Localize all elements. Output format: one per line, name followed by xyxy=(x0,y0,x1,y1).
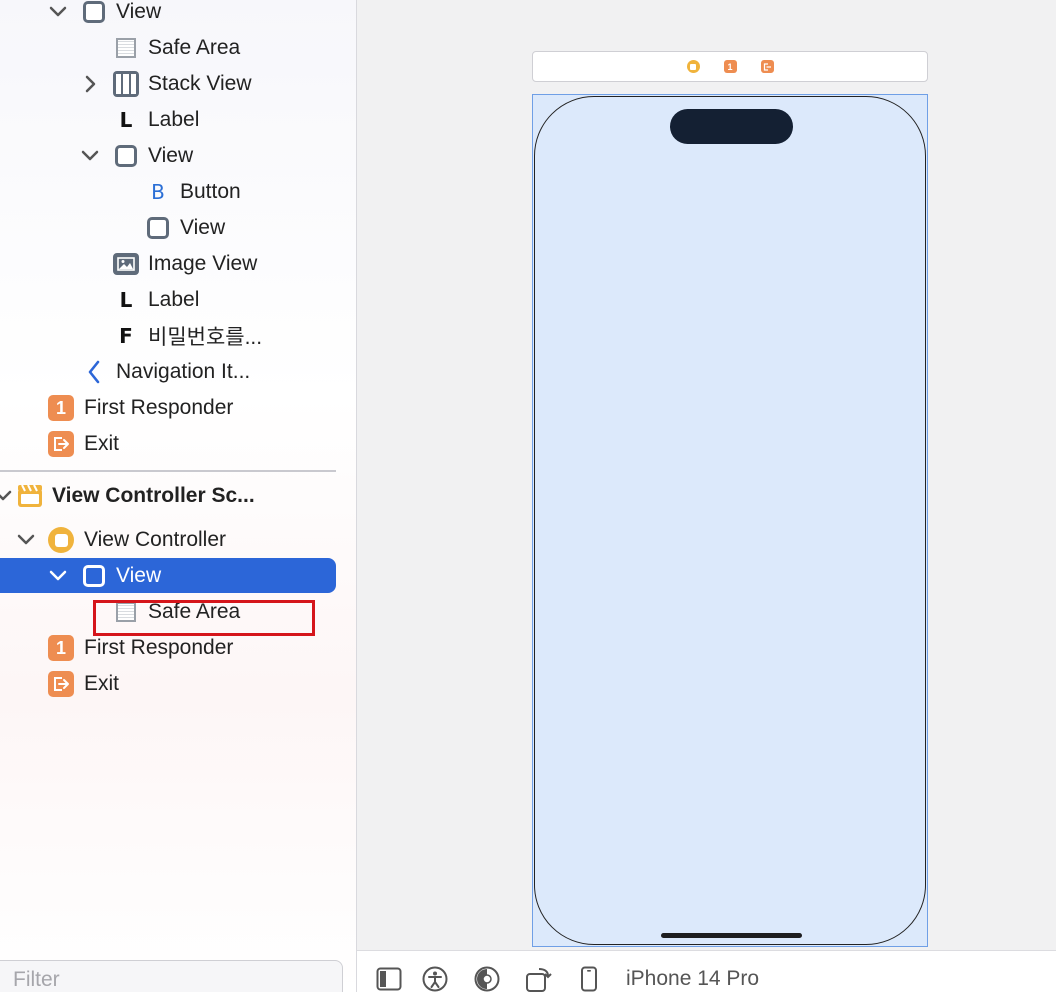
outline-row-label: View xyxy=(148,144,194,167)
outline-row-label: View xyxy=(116,564,162,587)
view-controller-icon[interactable] xyxy=(686,60,700,73)
image-view-icon xyxy=(113,251,139,277)
outline-row-view[interactable]: View xyxy=(0,138,336,174)
label-icon-letter: L xyxy=(119,108,133,132)
accessibility-icon[interactable] xyxy=(421,965,449,993)
first-responder-icon: 1 xyxy=(48,395,74,421)
appearance-icon[interactable] xyxy=(473,965,501,993)
outline-row-navigation-item[interactable]: Navigation It... xyxy=(0,354,336,390)
filter-field[interactable]: Filter xyxy=(0,960,343,992)
dynamic-island xyxy=(670,109,793,144)
home-indicator xyxy=(661,933,802,938)
scene-dock[interactable]: 1 xyxy=(532,51,928,82)
outline-row-safe-area[interactable]: Safe Area xyxy=(0,30,336,66)
text-field-icon: F xyxy=(113,323,139,349)
exit-icon xyxy=(48,431,74,457)
back-chevron-icon xyxy=(81,359,107,385)
outline-row-label: Safe Area xyxy=(148,36,241,59)
view-icon xyxy=(113,143,139,169)
canvas-toolbar: iPhone 14 Pro xyxy=(357,950,1056,992)
view-icon xyxy=(145,215,171,241)
outline-row-label: Stack View xyxy=(148,72,252,95)
outline-row-label: Label xyxy=(148,108,200,131)
rotate-icon[interactable] xyxy=(525,965,553,993)
outline-row-text-field[interactable]: F 비밀번호를... xyxy=(0,318,336,354)
scene-icon xyxy=(17,483,43,509)
outline-row-stack-view[interactable]: Stack View xyxy=(0,66,336,102)
button-icon: B xyxy=(145,179,171,205)
outline-row-exit[interactable]: Exit xyxy=(0,666,336,702)
outline-row-label: Image View xyxy=(148,252,258,275)
chevron-down-icon[interactable] xyxy=(79,145,101,167)
filter-placeholder: Filter xyxy=(13,968,60,991)
view-controller-icon xyxy=(48,527,74,553)
exit-icon xyxy=(48,671,74,697)
scene-label: View Controller Sc... xyxy=(52,484,255,507)
safe-area-icon xyxy=(113,35,139,61)
outline-row-button[interactable]: B Button xyxy=(0,174,336,210)
outline-row-label[interactable]: L Label xyxy=(0,102,336,138)
device-frame[interactable] xyxy=(532,94,928,947)
outline-row-first-responder[interactable]: 1 First Responder xyxy=(0,390,336,426)
first-responder-icon: 1 xyxy=(48,635,74,661)
outline-row-label: Label xyxy=(148,288,200,311)
outline-row-label: View xyxy=(116,0,162,23)
outline-row-label: Navigation It... xyxy=(116,360,251,383)
device-icon[interactable] xyxy=(575,965,603,993)
exit-icon[interactable] xyxy=(760,60,774,73)
outline-row-view[interactable]: View xyxy=(0,210,336,246)
text-field-icon-letter: F xyxy=(119,324,133,348)
outline-row-label: Button xyxy=(180,180,241,203)
chevron-down-icon[interactable] xyxy=(0,485,14,507)
outline-row-label: Exit xyxy=(84,672,120,695)
device-name-label[interactable]: iPhone 14 Pro xyxy=(626,967,759,991)
outline-row-view-controller[interactable]: View Controller xyxy=(0,522,336,558)
chevron-right-icon[interactable] xyxy=(80,73,102,95)
sidebar-icon[interactable] xyxy=(375,965,403,993)
view-icon xyxy=(81,563,107,589)
outline-row-exit[interactable]: Exit xyxy=(0,426,336,462)
outline-row-label: View xyxy=(180,216,226,239)
outline-scene-header[interactable]: View Controller Sc... xyxy=(0,478,336,514)
label-icon: L xyxy=(113,107,139,133)
first-responder-icon[interactable]: 1 xyxy=(723,60,737,73)
outline-row-label: View Controller xyxy=(84,528,227,551)
chevron-down-icon[interactable] xyxy=(15,529,37,551)
outline-row-label[interactable]: L Label xyxy=(0,282,336,318)
outline-row-view[interactable]: View xyxy=(0,0,336,30)
storyboard-canvas[interactable]: 1 xyxy=(357,0,1056,950)
label-icon-letter: L xyxy=(119,288,133,312)
outline-row-view-selected[interactable]: View xyxy=(0,558,336,594)
outline-row-label: 비밀번호를... xyxy=(148,326,263,349)
view-icon xyxy=(81,0,107,25)
outline-row-first-responder[interactable]: 1 First Responder xyxy=(0,630,336,666)
outline-row-image-view[interactable]: Image View xyxy=(0,246,336,282)
document-outline: View Safe Area Stack View L Label View B… xyxy=(0,0,357,992)
outline-row-label: First Responder xyxy=(84,396,234,419)
first-responder-badge: 1 xyxy=(48,395,74,421)
chevron-down-icon[interactable] xyxy=(47,565,69,587)
scene-divider xyxy=(0,470,336,472)
label-icon: L xyxy=(113,287,139,313)
outline-row-label: First Responder xyxy=(84,636,234,659)
first-responder-badge: 1 xyxy=(48,635,74,661)
stack-view-icon xyxy=(113,71,139,97)
iphone-screen[interactable] xyxy=(534,96,926,945)
chevron-down-icon[interactable] xyxy=(47,1,69,23)
outline-row-label: Exit xyxy=(84,432,120,455)
button-icon-letter: B xyxy=(151,180,165,204)
